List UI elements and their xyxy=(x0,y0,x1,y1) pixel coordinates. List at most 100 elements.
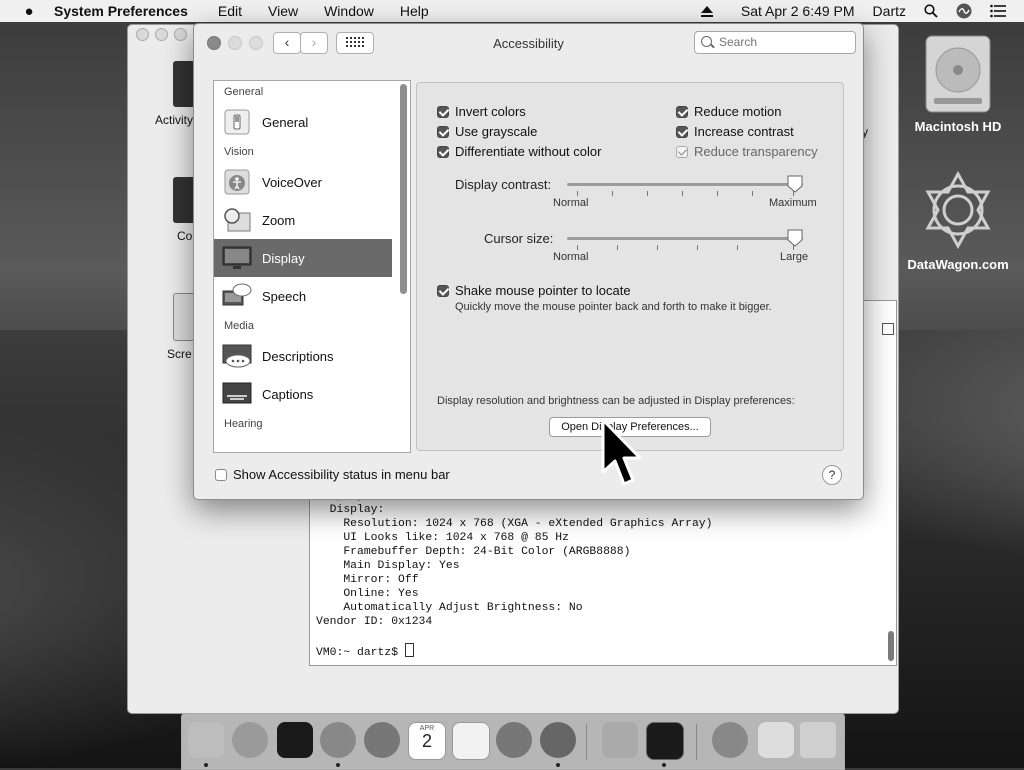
terminal-output: Displays: Display: Resolution: 1024 x 76… xyxy=(316,489,712,660)
search-field[interactable] xyxy=(694,31,856,54)
reduce-motion-checkbox[interactable]: Reduce motion xyxy=(676,104,781,119)
zoom-magnifier-icon xyxy=(222,206,252,234)
sidebar-item-display[interactable]: Display xyxy=(214,239,392,277)
spotlight-search-icon[interactable] xyxy=(924,4,938,18)
apple-icon[interactable]: ● xyxy=(20,3,38,20)
notification-center-icon[interactable] xyxy=(990,4,1006,18)
terminal-line: Display: xyxy=(316,504,385,516)
display-contrast-thumb[interactable] xyxy=(787,175,803,193)
menu-user[interactable]: Dartz xyxy=(873,3,906,19)
title-bar[interactable]: ‹ › Accessibility xyxy=(194,24,863,62)
invert-colors-checkbox[interactable]: Invert colors xyxy=(437,104,526,119)
sidebar-section-media: Media xyxy=(224,320,254,332)
voiceover-icon xyxy=(222,168,252,196)
terminal-split-icon[interactable] xyxy=(882,323,894,335)
sidebar-item-zoom[interactable]: Zoom xyxy=(214,201,392,239)
bg-app-label: Scre xyxy=(167,347,192,361)
search-input[interactable] xyxy=(717,34,851,50)
dock-separator xyxy=(696,724,697,760)
menu-app-name[interactable]: System Preferences xyxy=(54,3,188,19)
shake-description: Quickly move the mouse pointer back and … xyxy=(455,301,772,313)
sidebar-item-voiceover[interactable]: VoiceOver xyxy=(214,163,392,201)
system-preferences-icon[interactable] xyxy=(540,722,576,758)
contrast-max-label: Maximum xyxy=(769,197,817,209)
terminal-icon[interactable] xyxy=(646,722,684,760)
downloads-icon[interactable] xyxy=(758,722,794,758)
display-contrast-slider[interactable] xyxy=(567,183,803,186)
sidebar-item-label: Descriptions xyxy=(262,348,334,364)
checkbox-checked-icon xyxy=(437,125,449,138)
increase-contrast-checkbox[interactable]: Increase contrast xyxy=(676,124,794,139)
siri-icon[interactable] xyxy=(956,3,972,19)
cursor-size-slider[interactable] xyxy=(567,237,803,240)
app-store-icon[interactable] xyxy=(496,722,532,758)
slider-tick xyxy=(717,191,718,196)
sidebar-item-general[interactable]: General xyxy=(214,103,392,141)
show-status-menu-bar-checkbox[interactable]: Show Accessibility status in menu bar xyxy=(215,467,450,482)
slider-tick xyxy=(657,245,658,250)
differentiate-without-color-checkbox[interactable]: Differentiate without color xyxy=(437,144,601,159)
preview-icon[interactable] xyxy=(602,722,638,758)
chrome-icon[interactable] xyxy=(320,722,356,758)
running-indicator xyxy=(662,763,666,767)
dock: APR 2 xyxy=(181,713,845,770)
terminal-line: Automatically Adjust Brightness: No xyxy=(316,602,583,614)
sidebar[interactable]: General General Vision VoiceOver Zoom Di… xyxy=(213,80,411,453)
desktop-icon-datawagon[interactable]: DataWagon.com xyxy=(898,170,1018,272)
help-button[interactable]: ? xyxy=(822,465,842,485)
bg-minimize-button[interactable] xyxy=(155,28,168,41)
use-grayscale-checkbox[interactable]: Use grayscale xyxy=(437,124,537,139)
trash-icon[interactable] xyxy=(800,722,836,758)
notes-icon[interactable] xyxy=(452,722,490,760)
terminal-prompt[interactable]: VM0:~ dartz$ xyxy=(316,647,405,659)
launchpad-icon[interactable] xyxy=(232,722,268,758)
calendar-day: 2 xyxy=(421,731,432,751)
finder-icon[interactable] xyxy=(188,722,224,758)
mouse-pointer-icon xyxy=(601,418,642,486)
slider-tick xyxy=(577,191,578,196)
cursor-size-thumb[interactable] xyxy=(787,229,803,247)
slider-tick xyxy=(752,191,753,196)
sidebar-item-label: VoiceOver xyxy=(262,174,322,190)
checkbox-checked-icon xyxy=(437,145,449,158)
reduce-transparency-checkbox[interactable]: Reduce transparency xyxy=(676,144,818,159)
slider-tick xyxy=(697,245,698,250)
desktop-icon-macintosh-hd[interactable]: Macintosh HD xyxy=(898,32,1018,134)
slider-tick xyxy=(612,191,613,196)
sidebar-item-descriptions[interactable]: Descriptions xyxy=(214,337,392,375)
checkbox-label: Use grayscale xyxy=(455,124,538,139)
checkbox-checked-icon xyxy=(437,105,449,118)
terminal-scrollbar[interactable] xyxy=(888,631,894,661)
shake-pointer-checkbox[interactable]: Shake mouse pointer to locate xyxy=(437,283,631,298)
app-store-folder-icon[interactable] xyxy=(712,722,748,758)
menu-view[interactable]: View xyxy=(268,3,298,19)
sidebar-item-speech[interactable]: Speech xyxy=(214,277,392,315)
menu-bar: ● System Preferences Edit View Window He… xyxy=(0,0,1024,22)
menu-clock[interactable]: Sat Apr 2 6:49 PM xyxy=(741,3,855,19)
dock-separator xyxy=(586,724,587,760)
running-indicator xyxy=(556,763,560,767)
terminal-line: Vendor ID: 0x1234 xyxy=(316,616,433,628)
menu-window[interactable]: Window xyxy=(324,3,374,19)
calendar-icon[interactable]: APR 2 xyxy=(408,722,446,760)
display-contrast-label: Display contrast: xyxy=(455,177,552,192)
menu-edit[interactable]: Edit xyxy=(218,3,242,19)
datawagon-logo-icon xyxy=(925,170,991,250)
bg-app-label: Activity xyxy=(155,113,194,127)
sidebar-scrollbar[interactable] xyxy=(400,84,407,294)
eject-icon[interactable] xyxy=(700,5,713,17)
accessibility-window[interactable]: ‹ › Accessibility General General Vision xyxy=(193,23,864,500)
slider-tick xyxy=(737,245,738,250)
infuse-icon[interactable] xyxy=(277,722,313,758)
checkbox-checked-icon xyxy=(437,284,449,297)
safari-icon[interactable] xyxy=(364,722,400,758)
display-pane: Invert colors Use grayscale Differentiat… xyxy=(416,82,844,451)
sidebar-item-captions[interactable]: Captions xyxy=(214,375,392,413)
bg-zoom-button[interactable] xyxy=(174,28,187,41)
desktop-icon-label: Macintosh HD xyxy=(914,119,1002,134)
checkbox-label: Reduce transparency xyxy=(694,144,818,159)
bg-close-button[interactable] xyxy=(136,28,149,41)
menu-help[interactable]: Help xyxy=(400,3,429,19)
sidebar-item-label: Zoom xyxy=(262,212,296,228)
captions-icon xyxy=(222,380,252,408)
